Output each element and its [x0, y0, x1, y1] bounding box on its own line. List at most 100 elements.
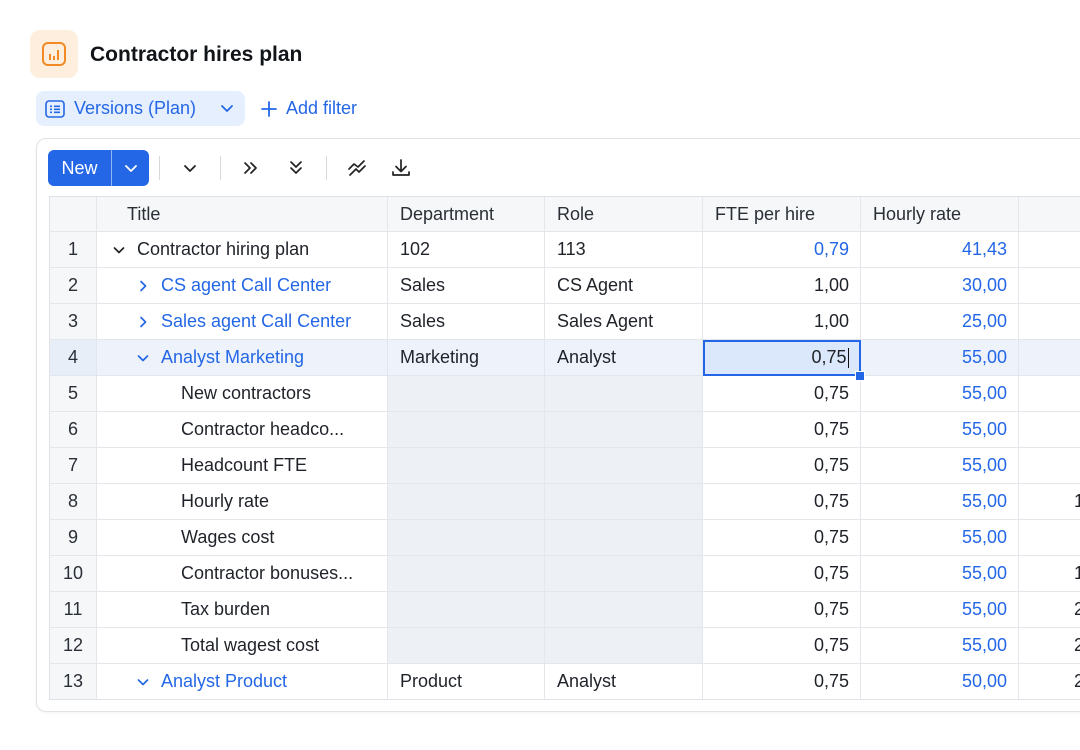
fte-per-hire-cell[interactable]: 0,75	[703, 412, 861, 448]
title-cell[interactable]: Tax burden	[97, 592, 388, 628]
department-cell[interactable]	[388, 592, 545, 628]
column-header-fte-per-hire[interactable]: FTE per hire	[703, 197, 861, 232]
hourly-rate-cell[interactable]: 55,00	[861, 484, 1019, 520]
title-cell[interactable]: CS agent Call Center	[97, 268, 388, 304]
chevron-down-icon[interactable]	[131, 348, 155, 368]
fte-per-hire-cell[interactable]: 1,00	[703, 304, 861, 340]
fill-handle[interactable]	[855, 371, 865, 381]
truncated-column-cell[interactable]: 18.6	[1019, 556, 1080, 592]
table-row[interactable]: 11 Tax burden 0,75 55,0024.0	[50, 592, 1080, 628]
department-cell[interactable]	[388, 628, 545, 664]
hourly-rate-cell[interactable]: 55,00	[861, 592, 1019, 628]
title-cell[interactable]: Hourly rate	[97, 484, 388, 520]
department-cell[interactable]	[388, 448, 545, 484]
department-cell[interactable]	[388, 556, 545, 592]
title-cell[interactable]: Sales agent Call Center	[97, 304, 388, 340]
table-row[interactable]: 6 Contractor headco... 0,75 55,00	[50, 412, 1080, 448]
truncated-column-cell[interactable]: 26.6	[1019, 628, 1080, 664]
table-row[interactable]: 8 Hourly rate 0,75 55,0013.0	[50, 484, 1080, 520]
title-cell[interactable]: Contractor hiring plan	[97, 232, 388, 268]
fte-per-hire-cell[interactable]: 0,75	[703, 664, 861, 699]
role-cell[interactable]	[545, 556, 703, 592]
title-cell[interactable]: Headcount FTE	[97, 448, 388, 484]
chevron-right-icon[interactable]	[131, 276, 155, 296]
fte-per-hire-cell[interactable]: 0,75	[703, 628, 861, 664]
role-cell[interactable]	[545, 412, 703, 448]
fte-per-hire-cell[interactable]: 0,75	[703, 376, 861, 412]
fte-per-hire-cell[interactable]: 0,75	[703, 484, 861, 520]
title-cell[interactable]: Contractor headco...	[97, 412, 388, 448]
department-cell[interactable]: 102	[388, 232, 545, 268]
expand-right-button[interactable]	[239, 156, 263, 180]
truncated-column-cell[interactable]	[1019, 304, 1080, 340]
hourly-rate-cell[interactable]: 25,00	[861, 304, 1019, 340]
truncated-column-cell[interactable]: 13.0	[1019, 484, 1080, 520]
hourly-rate-cell[interactable]: 55,00	[861, 340, 1019, 376]
role-cell[interactable]: Sales Agent	[545, 304, 703, 340]
truncated-column-cell[interactable]: 24.0	[1019, 592, 1080, 628]
title-cell[interactable]: Contractor bonuses...	[97, 556, 388, 592]
chevron-down-icon[interactable]	[107, 240, 131, 260]
collapse-button[interactable]	[178, 156, 202, 180]
table-row[interactable]: 5 New contractors 0,75 55,00	[50, 376, 1080, 412]
hourly-rate-cell[interactable]: 30,00	[861, 268, 1019, 304]
hourly-rate-cell[interactable]: 55,00	[861, 628, 1019, 664]
department-cell[interactable]: Sales	[388, 304, 545, 340]
fte-per-hire-cell[interactable]: 0,75	[703, 448, 861, 484]
department-cell[interactable]	[388, 376, 545, 412]
role-cell[interactable]: Analyst	[545, 340, 703, 376]
download-button[interactable]	[389, 156, 413, 180]
new-dropdown-button[interactable]	[112, 150, 149, 186]
truncated-column-cell[interactable]	[1019, 340, 1080, 376]
department-cell[interactable]: Product	[388, 664, 545, 699]
hourly-rate-cell[interactable]: 55,00	[861, 448, 1019, 484]
column-header-role[interactable]: Role	[545, 197, 703, 232]
truncated-column-cell[interactable]	[1019, 268, 1080, 304]
hourly-rate-cell[interactable]: 55,00	[861, 376, 1019, 412]
hourly-rate-cell[interactable]: 55,00	[861, 412, 1019, 448]
table-row[interactable]: 9 Wages cost 0,75 55,005.0	[50, 520, 1080, 556]
table-row[interactable]: 7 Headcount FTE 0,75 55,00	[50, 448, 1080, 484]
role-cell[interactable]: CS Agent	[545, 268, 703, 304]
role-cell[interactable]: 113	[545, 232, 703, 268]
role-cell[interactable]: Analyst	[545, 664, 703, 699]
column-header-title[interactable]: Title	[97, 197, 388, 232]
truncated-column-cell[interactable]	[1019, 376, 1080, 412]
role-cell[interactable]	[545, 448, 703, 484]
table-row[interactable]: 3 Sales agent Call Center Sales Sales Agent…	[50, 304, 1080, 340]
title-cell[interactable]: Wages cost	[97, 520, 388, 556]
title-cell[interactable]: Analyst Product	[97, 664, 388, 699]
table-row[interactable]: 10 Contractor bonuses... 0,75 55,0018.6	[50, 556, 1080, 592]
table-row[interactable]: 12 Total wagest cost 0,75 55,0026.6	[50, 628, 1080, 664]
truncated-column-cell[interactable]	[1019, 448, 1080, 484]
column-header-hourly-rate[interactable]: Hourly rate	[861, 197, 1019, 232]
hourly-rate-cell[interactable]: 55,00	[861, 556, 1019, 592]
truncated-column-cell[interactable]: 23.6	[1019, 664, 1080, 699]
role-cell[interactable]	[545, 376, 703, 412]
truncated-column-cell[interactable]	[1019, 232, 1080, 268]
new-button[interactable]: New	[48, 150, 111, 186]
role-cell[interactable]	[545, 592, 703, 628]
add-filter-button[interactable]: Add filter	[260, 91, 357, 126]
versions-filter-button[interactable]: Versions (Plan)	[36, 91, 245, 126]
chevron-down-icon[interactable]	[131, 672, 155, 692]
fte-per-hire-cell[interactable]: 0,79	[703, 232, 861, 268]
hourly-rate-cell[interactable]: 50,00	[861, 664, 1019, 699]
trend-button[interactable]	[345, 156, 369, 180]
department-cell[interactable]: Marketing	[388, 340, 545, 376]
chevron-right-icon[interactable]	[131, 312, 155, 332]
table-row[interactable]: 2 CS agent Call Center Sales CS Agent 1,00 30…	[50, 268, 1080, 304]
department-cell[interactable]	[388, 520, 545, 556]
hourly-rate-cell[interactable]: 41,43	[861, 232, 1019, 268]
title-cell[interactable]: New contractors	[97, 376, 388, 412]
fte-per-hire-cell[interactable]: 1,00	[703, 268, 861, 304]
title-cell[interactable]: Analyst Marketing	[97, 340, 388, 376]
fte-per-hire-cell[interactable]: 0,75	[703, 520, 861, 556]
truncated-column-cell[interactable]: 5.0	[1019, 520, 1080, 556]
column-header-department[interactable]: Department	[388, 197, 545, 232]
truncated-column-cell[interactable]	[1019, 412, 1080, 448]
table-row[interactable]: 13 Analyst Product Product Analyst 0,75 50,00…	[50, 664, 1080, 699]
hourly-rate-cell[interactable]: 55,00	[861, 520, 1019, 556]
fte-per-hire-cell[interactable]: 0,75	[703, 592, 861, 628]
expand-down-button[interactable]	[284, 156, 308, 180]
